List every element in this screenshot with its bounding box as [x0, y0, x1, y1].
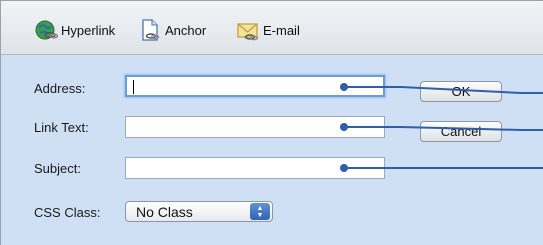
globe-link-icon [34, 18, 59, 42]
css-class-select[interactable]: No Class ▲ ▼ [125, 201, 273, 222]
link-text-input[interactable] [126, 117, 384, 137]
subject-field[interactable] [125, 157, 385, 179]
address-input[interactable] [127, 77, 383, 95]
css-class-value: No Class [136, 203, 193, 220]
cancel-button[interactable]: Cancel [420, 121, 502, 142]
insert-link-dialog: Hyperlink Anchor E-mail Address: Link Te… [0, 0, 543, 245]
tab-anchor[interactable]: Anchor [138, 18, 206, 42]
anchor-page-icon [138, 18, 162, 42]
tab-email-label: E-mail [263, 22, 300, 38]
updown-arrows-icon: ▲ ▼ [250, 203, 270, 220]
address-label: Address: [34, 81, 86, 96]
subject-label: Subject: [34, 161, 81, 176]
subject-input[interactable] [126, 158, 384, 178]
ok-button[interactable]: OK [420, 81, 502, 102]
tab-hyperlink-label: Hyperlink [61, 22, 116, 38]
css-class-label: CSS Class: [34, 205, 101, 220]
email-envelope-icon [236, 18, 260, 42]
tab-email[interactable]: E-mail [236, 18, 300, 42]
link-text-field[interactable] [125, 116, 385, 138]
link-type-toolbar: Hyperlink Anchor E-mail [1, 1, 543, 55]
link-text-label: Link Text: [34, 120, 89, 135]
tab-hyperlink[interactable]: Hyperlink [34, 18, 115, 42]
text-caret [133, 80, 134, 94]
address-field[interactable] [125, 75, 385, 97]
tab-anchor-label: Anchor [165, 22, 207, 38]
